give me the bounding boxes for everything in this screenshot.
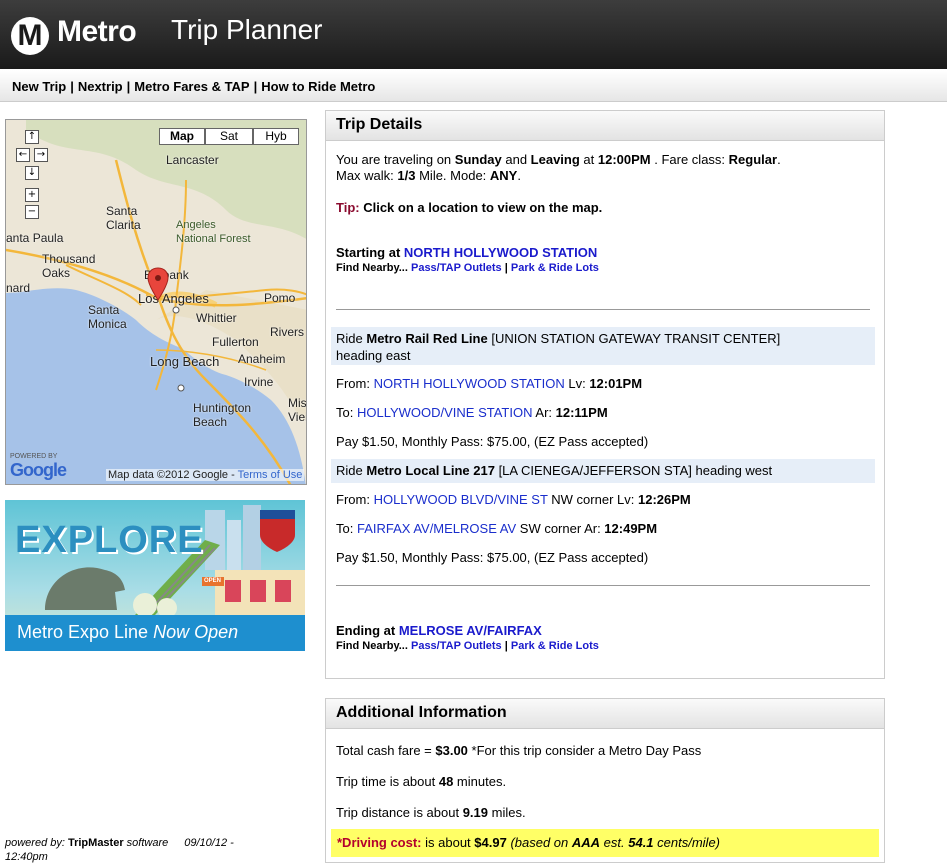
nav-how-to-ride[interactable]: How to Ride Metro — [261, 79, 375, 94]
to-stop-link[interactable]: FAIRFAX AV/MELROSE AV — [357, 521, 516, 536]
leg-ride-header: Ride Metro Local Line 217 [LA CIENEGA/JE… — [331, 459, 875, 483]
find-nearby-start: Find Nearby... Pass/TAP Outlets | Park &… — [336, 262, 599, 274]
park-ride-link[interactable]: Park & Ride Lots — [511, 262, 599, 274]
zoom-out-button[interactable]: − — [25, 205, 39, 219]
trip-map[interactable]: ↑ ← → ↓ + − Map Sat Hyb Lancaster Santa … — [5, 119, 307, 485]
map-label: Santa Clarita — [106, 204, 141, 232]
to-stop-link[interactable]: HOLLYWOOD/VINE STATION — [357, 405, 533, 420]
tip-text: Tip: Click on a location to view on the … — [336, 200, 603, 215]
pass-outlets-link[interactable]: Pass/TAP Outlets — [411, 640, 502, 652]
map-type-map[interactable]: Map — [159, 128, 205, 145]
google-logo-icon[interactable]: POWERED BY Google — [10, 453, 67, 481]
metro-logo-icon[interactable]: M — [11, 17, 49, 55]
trip-time: Trip time is about 48 minutes. — [336, 774, 507, 789]
map-label: Irvine — [244, 375, 274, 389]
map-label: anta Paula — [6, 231, 64, 245]
divider — [336, 585, 870, 586]
leg-ride-header: Ride Metro Rail Red Line [UNION STATION … — [331, 327, 875, 365]
start-station-link[interactable]: NORTH HOLLYWOOD STATION — [404, 245, 597, 260]
leg-to: To: FAIRFAX AV/MELROSE AV SW corner Ar: … — [336, 521, 658, 536]
banner-sign: OPEN — [204, 578, 222, 584]
map-label: Huntington Beach — [193, 401, 252, 429]
map-label: Fullerton — [212, 335, 259, 349]
leg-pay: Pay $1.50, Monthly Pass: $75.00, (EZ Pas… — [336, 550, 649, 565]
trip-details-panel: Trip Details You are traveling on Sunday… — [325, 110, 885, 679]
pan-down-button[interactable]: ↓ — [25, 166, 39, 180]
map-marker-icon[interactable] — [146, 266, 176, 306]
banner-caption: Metro Expo Line Now Open — [5, 615, 305, 651]
driving-cost: *Driving cost: is about $4.97 (based on … — [331, 829, 879, 857]
nav-separator: | — [70, 79, 74, 94]
trip-distance: Trip distance is about 9.19 miles. — [336, 805, 526, 820]
metro-logo-text[interactable]: Metro — [57, 15, 137, 49]
nav-separator: | — [126, 79, 131, 94]
leg-pay: Pay $1.50, Monthly Pass: $75.00, (EZ Pas… — [336, 434, 649, 449]
nav-new-trip[interactable]: New Trip — [12, 79, 66, 94]
total-fare: Total cash fare = $3.00 *For this trip c… — [336, 743, 702, 758]
find-nearby-end: Find Nearby... Pass/TAP Outlets | Park &… — [336, 640, 599, 652]
pan-left-button[interactable]: ← — [16, 148, 30, 162]
leg-from: From: HOLLYWOOD BLVD/VINE ST NW corner L… — [336, 492, 691, 507]
leg-to: To: HOLLYWOOD/VINE STATION Ar: 12:11PM — [336, 405, 608, 420]
park-ride-link[interactable]: Park & Ride Lots — [511, 640, 599, 652]
map-label: Pomo — [264, 291, 296, 305]
map-label: Long Beach — [150, 354, 220, 369]
nav-fares-tap[interactable]: Metro Fares & TAP — [134, 79, 249, 94]
map-label: Angeles National Forest — [176, 219, 251, 245]
terms-of-use-link[interactable]: Terms of Use — [238, 469, 303, 481]
panel-title: Additional Information — [326, 699, 884, 729]
footer-credit: powered by: TripMaster software 09/10/12 … — [5, 837, 234, 863]
map-label: Santa Monica — [88, 303, 127, 331]
map-type-sat[interactable]: Sat — [205, 128, 253, 145]
map-label: Whittier — [196, 311, 237, 325]
nav-nextrip[interactable]: Nextrip — [78, 79, 123, 94]
map-label: Thousand Oaks — [42, 252, 96, 280]
nav-bar: New Trip | Nextrip | Metro Fares & TAP | How t… — [0, 70, 947, 102]
panel-title: Trip Details — [326, 111, 884, 141]
divider — [336, 309, 870, 310]
pan-up-button[interactable]: ↑ — [25, 130, 39, 144]
map-label: Lancaster — [166, 153, 219, 167]
from-stop-link[interactable]: NORTH HOLLYWOOD STATION — [374, 376, 565, 391]
map-type-hyb[interactable]: Hyb — [253, 128, 299, 145]
header-bar: M Metro Trip Planner — [0, 0, 947, 69]
map-credit: Map data ©2012 Google - Terms of Use — [106, 469, 305, 481]
end-location: Ending at MELROSE AV/FAIRFAX — [336, 623, 542, 638]
nav-separator: | — [253, 79, 258, 94]
end-station-link[interactable]: MELROSE AV/FAIRFAX — [399, 623, 542, 638]
start-location: Starting at NORTH HOLLYWOOD STATION — [336, 245, 598, 260]
additional-info-panel: Additional Information Total cash fare =… — [325, 698, 885, 863]
from-stop-link[interactable]: HOLLYWOOD BLVD/VINE ST — [374, 492, 548, 507]
trip-summary: You are traveling on Sunday and Leaving … — [336, 152, 781, 183]
expo-line-banner[interactable]: EXPLORE OPEN Metro Expo Line Now Open — [5, 500, 305, 651]
map-label: Missio Vieio — [288, 396, 307, 424]
pan-right-button[interactable]: → — [34, 148, 48, 162]
map-label: Rivers — [270, 325, 305, 339]
leg-from: From: NORTH HOLLYWOOD STATION Lv: 12:01P… — [336, 376, 643, 391]
banner-headline: EXPLORE — [15, 519, 204, 561]
map-label: Anaheim — [238, 352, 286, 366]
map-label: nard — [6, 281, 31, 295]
page-title: Trip Planner — [171, 14, 323, 45]
zoom-in-button[interactable]: + — [25, 188, 39, 202]
pass-outlets-link[interactable]: Pass/TAP Outlets — [411, 262, 502, 274]
